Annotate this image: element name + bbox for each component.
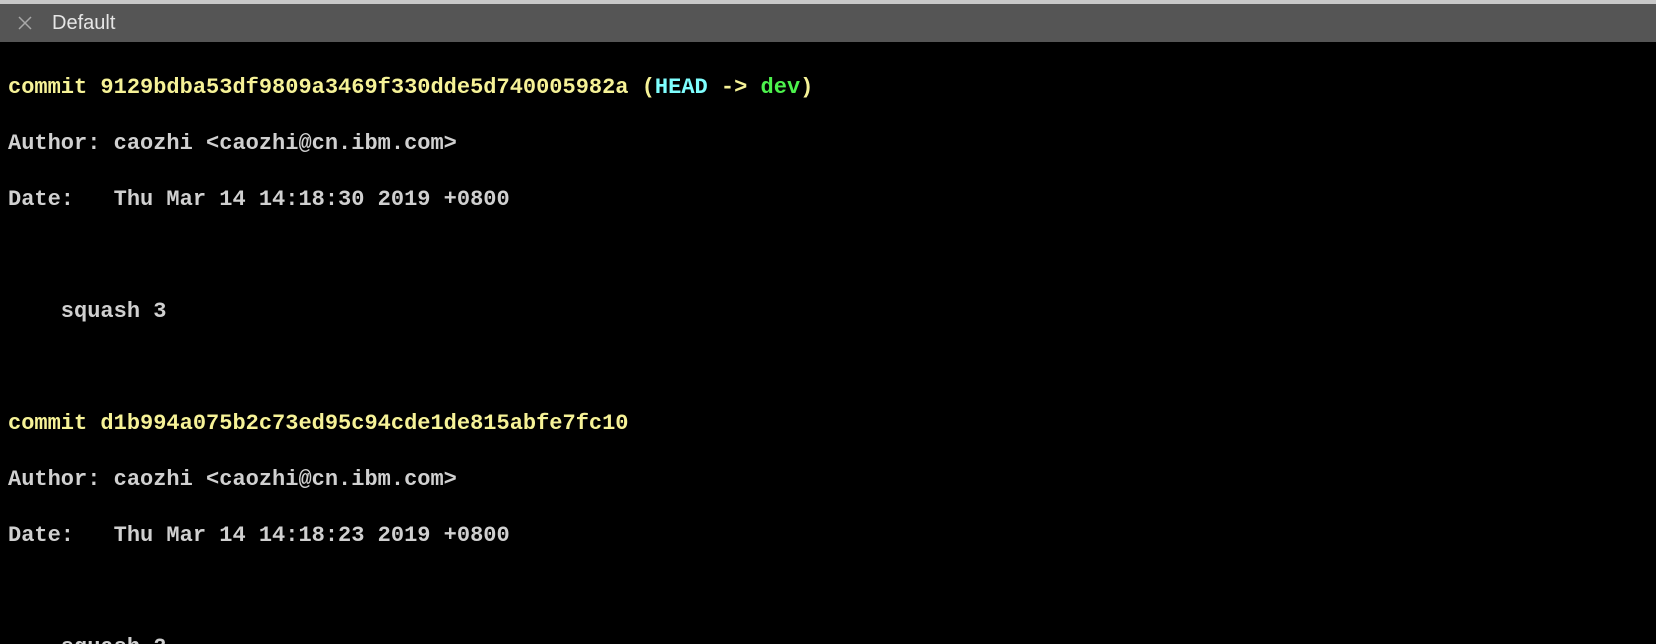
blank-line <box>8 578 1648 606</box>
blank-line <box>8 242 1648 270</box>
commit-message: squash 2 <box>8 634 1648 644</box>
terminal-output[interactable]: commit 9129bdba53df9809a3469f330dde5d740… <box>0 42 1656 644</box>
head-ref: HEAD <box>655 75 708 100</box>
arrow: -> <box>708 75 761 100</box>
tab-bar: Default <box>0 4 1656 42</box>
commit-line: commit 9129bdba53df9809a3469f330dde5d740… <box>8 74 1648 102</box>
commit-line: commit d1b994a075b2c73ed95c94cde1de815ab… <box>8 410 1648 438</box>
author-label: Author: <box>8 131 114 156</box>
author-line: Author: caozhi <caozhi@cn.ibm.com> <box>8 130 1648 158</box>
date-label: Date: <box>8 523 114 548</box>
author-value: caozhi <caozhi@cn.ibm.com> <box>114 131 457 156</box>
close-icon[interactable] <box>18 16 32 30</box>
author-value: caozhi <caozhi@cn.ibm.com> <box>114 467 457 492</box>
commit-label: commit <box>8 411 100 436</box>
commit-label: commit <box>8 75 100 100</box>
date-line: Date: Thu Mar 14 14:18:30 2019 +0800 <box>8 186 1648 214</box>
commit-hash: 9129bdba53df9809a3469f330dde5d740005982a <box>100 75 628 100</box>
date-value: Thu Mar 14 14:18:30 2019 +0800 <box>114 187 510 212</box>
date-label: Date: <box>8 187 114 212</box>
blank-line <box>8 354 1648 382</box>
paren-close: ) <box>800 75 813 100</box>
paren-open: ( <box>629 75 655 100</box>
date-line: Date: Thu Mar 14 14:18:23 2019 +0800 <box>8 522 1648 550</box>
date-value: Thu Mar 14 14:18:23 2019 +0800 <box>114 523 510 548</box>
tab-title[interactable]: Default <box>52 12 115 35</box>
commit-hash: d1b994a075b2c73ed95c94cde1de815abfe7fc10 <box>100 411 628 436</box>
author-line: Author: caozhi <caozhi@cn.ibm.com> <box>8 466 1648 494</box>
branch-ref: dev <box>761 75 801 100</box>
author-label: Author: <box>8 467 114 492</box>
commit-message: squash 3 <box>8 298 1648 326</box>
